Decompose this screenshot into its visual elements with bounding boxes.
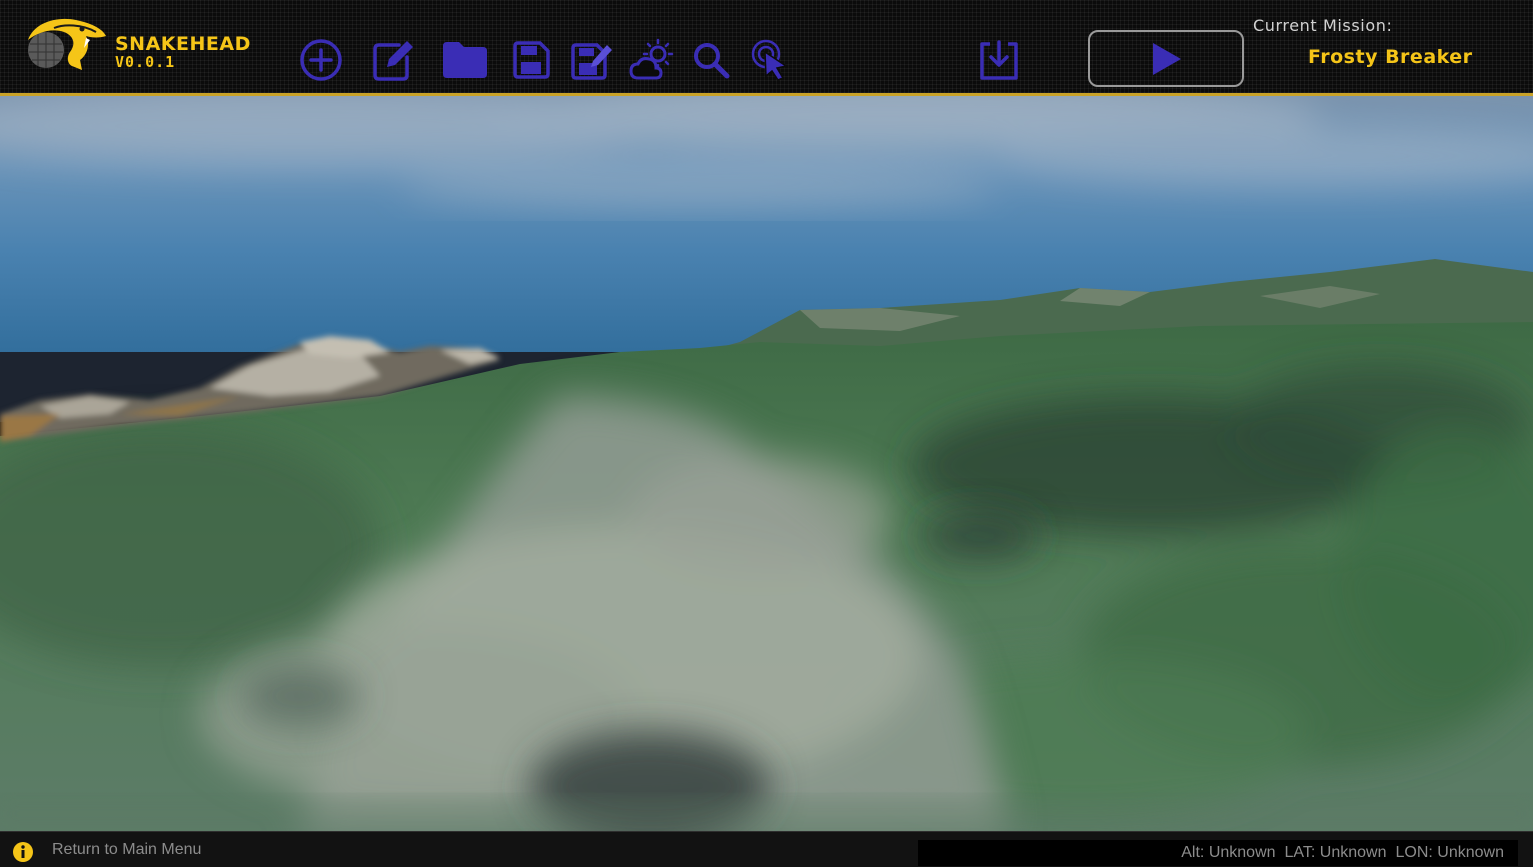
download-icon [980, 40, 1018, 80]
current-mission-label: Current Mission: [1253, 16, 1393, 35]
altitude-readout: Alt: Unknown [1181, 844, 1276, 861]
terrain-viewport[interactable] [0, 96, 1533, 831]
return-to-main-menu-link[interactable]: Return to Main Menu [52, 841, 201, 859]
edit-mission-button[interactable] [367, 32, 417, 88]
save-as-button[interactable] [566, 32, 616, 88]
longitude-readout: LON: Unknown [1395, 844, 1505, 861]
toolbar: SNAKEHEAD V0.0.1 Current Mission: Frosty… [0, 0, 1533, 96]
play-button[interactable] [1088, 30, 1244, 87]
export-button[interactable] [974, 32, 1024, 88]
play-icon [1153, 42, 1181, 75]
new-mission-button[interactable] [296, 32, 346, 88]
save-icon [513, 41, 550, 79]
weather-button[interactable] [626, 32, 676, 88]
edit-icon [373, 41, 413, 81]
open-mission-button[interactable] [440, 32, 490, 88]
select-pointer-icon [751, 39, 788, 81]
weather-icon [629, 38, 674, 80]
save-as-icon [571, 43, 612, 80]
current-mission-name: Frosty Breaker [1308, 46, 1473, 68]
info-icon [13, 842, 33, 862]
status-bar: Return to Main Menu Alt: Unknown LAT: Un… [0, 831, 1533, 867]
plus-circle-icon [300, 39, 342, 81]
terrain-scene [0, 96, 1533, 831]
select-button[interactable] [746, 32, 796, 88]
snakehead-logo [24, 14, 110, 76]
app-name: SNAKEHEAD [115, 33, 251, 55]
latitude-readout: LAT: Unknown [1284, 844, 1387, 861]
search-button[interactable] [686, 32, 736, 88]
folder-icon [443, 42, 487, 78]
search-icon [694, 43, 730, 79]
save-mission-button[interactable] [506, 32, 556, 88]
coordinates-readout: Alt: Unknown LAT: Unknown LON: Unknown [918, 840, 1518, 866]
app-version: V0.0.1 [115, 53, 176, 71]
